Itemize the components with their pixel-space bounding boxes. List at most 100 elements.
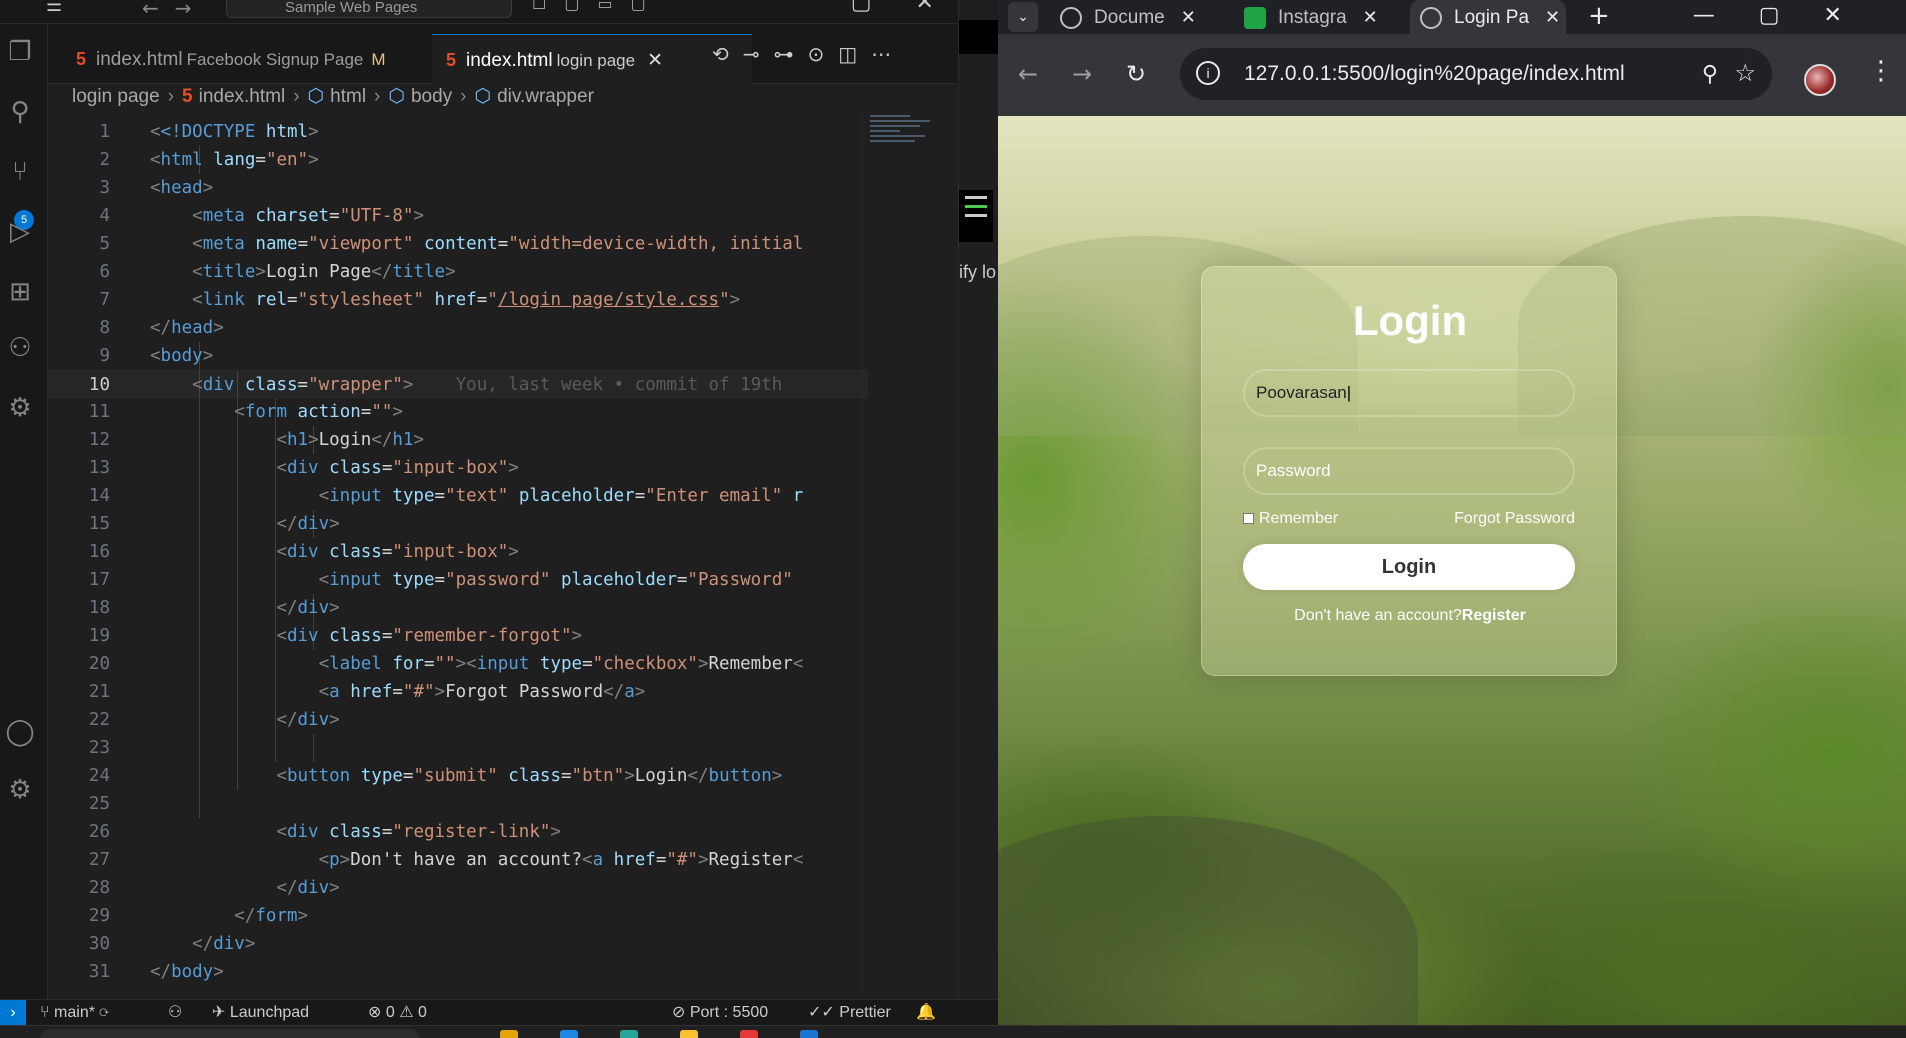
minimap[interactable] xyxy=(870,112,940,172)
side-panel: ify lo xyxy=(958,0,999,1025)
code-line: 9 <body> xyxy=(99,346,214,366)
code-line: 14 <input type="text" placeholder="Enter… xyxy=(88,486,804,506)
globe-icon xyxy=(1420,6,1442,29)
desktop-screen: ☰ ←→ Sample Web Pages ☐▢▭▢ ▢✕ ❐ ⚲ ⑂ 5 ▷ … xyxy=(0,0,1906,1038)
code-editor[interactable]: 1 <<!DOCTYPE html> 2 <html lang="en"> 3 <he… xyxy=(48,118,868,998)
code-line: 29 </form> xyxy=(88,906,309,926)
code-line: 21 <a href="#">Forgot Password</a> xyxy=(88,682,646,702)
code-line: 1 <<!DOCTYPE html> xyxy=(99,122,319,142)
prettier-status[interactable]: ✓✓ Prettier xyxy=(808,1000,891,1026)
nav-arrows[interactable]: ←→ xyxy=(142,0,208,20)
breadcrumb-div[interactable]: div.wrapper xyxy=(497,86,594,107)
breadcrumb-body[interactable]: body xyxy=(411,86,452,107)
code-line: 31 </body> xyxy=(88,962,224,982)
browser-menu-icon[interactable]: ⋮ xyxy=(1868,56,1894,86)
login-heading: Login xyxy=(1352,297,1468,344)
password-input[interactable]: Password xyxy=(1243,447,1575,495)
remote-indicator[interactable]: › xyxy=(0,1000,26,1026)
bookmark-star-icon[interactable]: ☆ xyxy=(1734,48,1756,100)
launchpad-status[interactable]: ✈ Launchpad xyxy=(212,1000,309,1026)
window-controls[interactable]: —▢✕ xyxy=(1693,0,1886,32)
forward-icon[interactable]: → xyxy=(1072,60,1092,88)
remember-checkbox-label[interactable]: Remember xyxy=(1243,510,1338,527)
close-icon[interactable]: ✕ xyxy=(1363,7,1378,27)
reload-icon[interactable]: ↻ xyxy=(1126,60,1146,88)
globe-icon xyxy=(1060,6,1082,29)
browser-tab[interactable]: Docume ✕ xyxy=(1060,0,1210,34)
branch-indicator[interactable]: ⑂ main* ⟳ xyxy=(40,1000,109,1026)
html5-icon: 5 xyxy=(182,86,193,107)
source-control-icon[interactable]: ⑂ xyxy=(0,152,40,192)
port-status[interactable]: ⊘ Port : 5500 xyxy=(672,1000,768,1026)
folder-icon[interactable] xyxy=(680,1030,698,1038)
status-bar: › ⑂ main* ⟳ ⚇ ✈ Launchpad ⊗ 0 ⚠ 0 ⊘ Port… xyxy=(0,999,998,1026)
chrome-icon[interactable] xyxy=(740,1030,758,1038)
explorer-icon[interactable]: ❐ xyxy=(0,32,40,72)
browser-tab-active[interactable]: Login Pa ✕ xyxy=(1410,0,1566,34)
extensions-icon[interactable]: ⊞ xyxy=(0,272,40,312)
zoom-icon[interactable]: ⚲ xyxy=(1702,48,1718,100)
tab-file: index.html xyxy=(96,49,183,70)
close-icon[interactable]: ✕ xyxy=(1181,7,1196,27)
code-line: 20 <label for=""><input type="checkbox">… xyxy=(88,654,804,674)
url-text: 127.0.0.1:5500/login%20page/index.html xyxy=(1244,62,1625,85)
html5-icon: 5 xyxy=(76,49,87,69)
breadcrumb-html[interactable]: html xyxy=(330,86,366,107)
profile-avatar[interactable] xyxy=(1804,64,1836,96)
search-icon[interactable]: ⚲ xyxy=(0,92,40,132)
breadcrumb-folder[interactable]: login page xyxy=(72,86,160,107)
app-icon[interactable] xyxy=(560,1030,578,1038)
git-graph-icon[interactable]: ⚇ xyxy=(0,328,40,368)
notifications-icon[interactable]: 🔔 xyxy=(916,1000,936,1026)
no-account-text: Don't have an account? xyxy=(1294,607,1462,624)
background-rocks xyxy=(998,816,1418,1025)
back-icon[interactable]: ← xyxy=(1018,60,1038,88)
browser-window: ⌄ Docume ✕ Instagra ✕ Login Pa ✕ + —▢✕ ← → … xyxy=(998,0,1906,1025)
site-info-icon[interactable]: i xyxy=(1196,61,1220,85)
close-icon[interactable]: ✕ xyxy=(1545,7,1560,27)
tab-desc: Facebook Signup Page xyxy=(186,50,364,69)
code-line: 12 <h1>Login</h1> xyxy=(88,430,424,450)
app-icon[interactable] xyxy=(500,1030,518,1038)
tab-search-icon[interactable]: ⌄ xyxy=(1008,2,1038,32)
menu-icon[interactable]: ☰ xyxy=(46,0,62,15)
code-line: 26 <div class="register-link"> xyxy=(88,822,561,842)
breadcrumb-file[interactable]: index.html xyxy=(199,86,286,107)
browser-tab[interactable]: Instagra ✕ xyxy=(1244,0,1394,34)
remote-icon[interactable]: ⚙ xyxy=(0,388,40,428)
email-input[interactable]: Poovarasan| xyxy=(1243,369,1575,417)
settings-gear-icon[interactable]: ⚙ xyxy=(0,770,40,810)
account-icon[interactable]: ◯ xyxy=(0,712,40,752)
side-panel-text: ify lo xyxy=(959,262,997,282)
tab-login-page[interactable]: 5 index.html login page ✕ xyxy=(432,34,752,84)
tab-facebook-signup[interactable]: 5 index.html Facebook Signup Page M xyxy=(62,34,442,84)
tab-file: index.html xyxy=(466,50,553,71)
code-line: 30 </div> xyxy=(88,934,256,954)
editor-actions[interactable]: ⟲⊸⊶⊙◫⋯ xyxy=(712,42,905,66)
remember-checkbox[interactable] xyxy=(1243,513,1254,524)
vscode-icon[interactable] xyxy=(800,1030,818,1038)
taskbar-search[interactable] xyxy=(40,1029,420,1038)
code-line: 22 </div> xyxy=(88,710,340,730)
login-button[interactable]: Login xyxy=(1243,544,1575,590)
register-link[interactable]: Register xyxy=(1462,607,1526,624)
new-tab-button[interactable]: + xyxy=(1588,0,1610,32)
code-line: 25 xyxy=(88,794,110,814)
app-icon[interactable] xyxy=(620,1030,638,1038)
git-graph-status[interactable]: ⚇ xyxy=(168,1000,182,1026)
browser-tabstrip: ⌄ Docume ✕ Instagra ✕ Login Pa ✕ + —▢✕ xyxy=(998,0,1906,34)
code-line: 6 <title>Login Page</title> xyxy=(99,262,456,282)
editor-scrollbar[interactable] xyxy=(862,112,863,992)
close-tab-icon[interactable]: ✕ xyxy=(647,50,663,71)
breadcrumb: login page › 5 index.html › ⬡ html › ⬡ body › ⬡ div.… xyxy=(72,86,594,107)
address-bar[interactable]: i 127.0.0.1:5500/login%20page/index.html… xyxy=(1180,48,1772,100)
run-debug-icon[interactable]: ▷ xyxy=(0,212,40,252)
vscode-titlebar: ☰ ←→ Sample Web Pages ☐▢▭▢ ▢✕ xyxy=(0,0,998,24)
code-line: 11 <form action=""> xyxy=(88,402,403,422)
forgot-password-link[interactable]: Forgot Password xyxy=(1454,510,1575,528)
code-line: 27 <p>Don't have an account?<a href="#">… xyxy=(88,850,804,870)
problems-status[interactable]: ⊗ 0 ⚠ 0 xyxy=(368,1000,427,1026)
login-form: Login Poovarasan| Password Remember Forg… xyxy=(1201,266,1617,676)
command-center-search[interactable]: Sample Web Pages xyxy=(226,0,512,18)
layout-icons[interactable]: ☐▢▭▢ xyxy=(532,0,664,13)
